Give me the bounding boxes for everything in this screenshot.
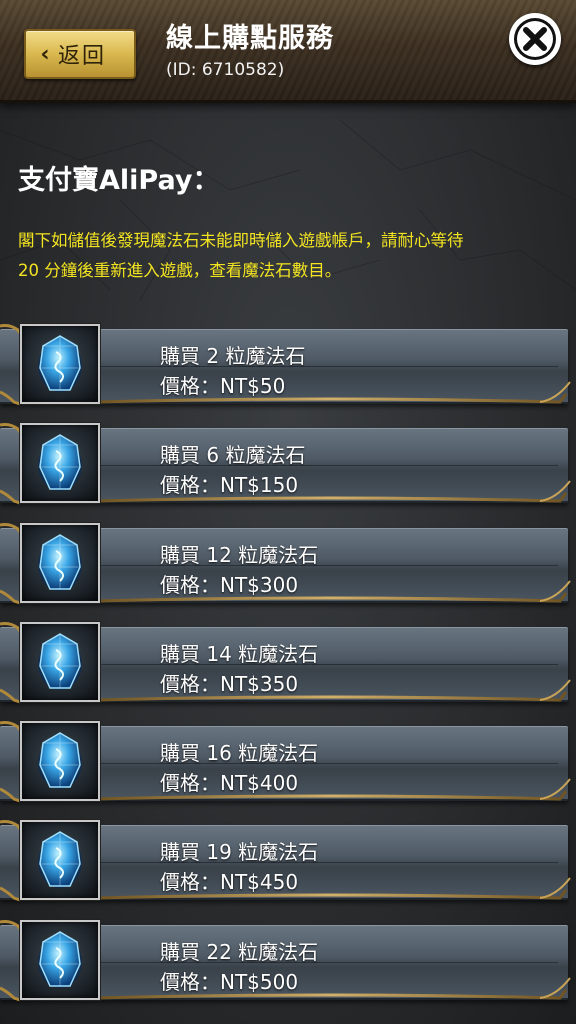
gem-frame	[20, 423, 100, 504]
gem-frame	[20, 621, 100, 702]
chevron-left-icon: ‹	[40, 41, 50, 67]
close-icon	[514, 18, 556, 60]
product-row[interactable]: 購買 2 粒魔法石 價格：NT$50	[0, 322, 576, 421]
product-price: 價格：NT$50	[160, 374, 286, 398]
product-row[interactable]: 購買 22 粒魔法石 價格：NT$500	[0, 918, 576, 1017]
product-name: 購買 12 粒魔法石	[160, 542, 319, 567]
magic-stone-icon	[38, 533, 82, 591]
magic-stone-icon	[38, 633, 82, 690]
product-name: 購買 22 粒魔法石	[160, 939, 319, 964]
magic-stone-icon	[38, 930, 82, 988]
product-price: 價格：NT$300	[160, 572, 299, 597]
product-name: 購買 16 粒魔法石	[160, 741, 319, 766]
product-row[interactable]: 購買 12 粒魔法石 價格：NT$300	[0, 521, 576, 620]
product-price: 價格：NT$450	[160, 870, 299, 895]
magic-stone-icon	[38, 831, 82, 889]
notice-text: 閣下如儲值後發現魔法石未能即時儲入遊戲帳戶，請耐心等待 20 分鐘後重新進入遊戲…	[18, 226, 558, 286]
gem-frame	[20, 919, 100, 1000]
gem-frame	[20, 522, 100, 603]
product-row[interactable]: 購買 6 粒魔法石 價格：NT$150	[0, 421, 576, 520]
gem-frame	[20, 324, 100, 404]
gem-frame	[20, 721, 100, 802]
product-row[interactable]: 購買 19 粒魔法石 價格：NT$450	[0, 818, 576, 917]
magic-stone-icon	[38, 434, 82, 492]
product-price: 價格：NT$500	[160, 969, 299, 994]
back-button[interactable]: ‹ 返回	[24, 29, 136, 79]
product-price: 價格：NT$350	[160, 671, 299, 696]
magic-stone-icon	[38, 335, 82, 392]
page-title: 線上購點服務	[166, 23, 334, 54]
user-id: (ID: 6710582)	[166, 60, 285, 80]
product-list: 購買 2 粒魔法石 價格：NT$50 購買 6 粒魔法石 價格：NT$150 購…	[0, 322, 576, 1017]
gem-frame	[20, 820, 100, 901]
header-bar: ‹ 返回 線上購點服務 (ID: 6710582)	[0, 0, 576, 103]
notice-line-2: 20 分鐘後重新進入遊戲，查看魔法石數目。	[18, 261, 342, 280]
magic-stone-icon	[38, 732, 82, 790]
product-name: 購買 6 粒魔法石	[160, 443, 306, 468]
product-price: 價格：NT$400	[160, 771, 299, 796]
product-name: 購買 14 粒魔法石	[160, 641, 319, 666]
back-button-label: 返回	[58, 44, 107, 69]
product-name: 購買 19 粒魔法石	[160, 840, 319, 865]
product-row[interactable]: 購買 16 粒魔法石 價格：NT$400	[0, 719, 576, 818]
notice-line-1: 閣下如儲值後發現魔法石未能即時儲入遊戲帳戶，請耐心等待	[18, 231, 464, 250]
close-button[interactable]	[509, 13, 561, 65]
product-row[interactable]: 購買 14 粒魔法石 價格：NT$350	[0, 620, 576, 719]
section-title: 支付寶AliPay：	[18, 165, 220, 196]
product-price: 價格：NT$150	[160, 473, 299, 498]
product-name: 購買 2 粒魔法石	[160, 344, 306, 368]
